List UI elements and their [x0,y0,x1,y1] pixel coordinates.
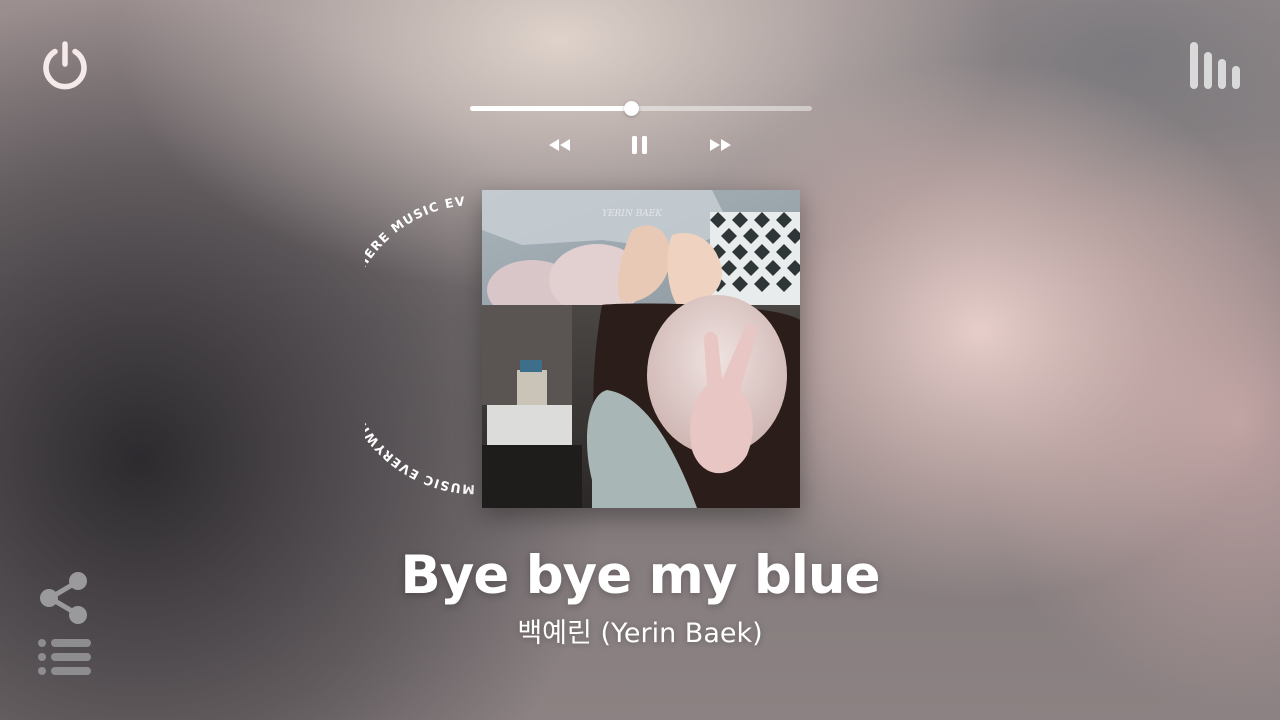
fast-forward-icon[interactable] [708,134,732,156]
cover-text: YERIN BAEK [602,209,663,219]
power-icon[interactable] [38,38,92,92]
progress-bar[interactable] [470,101,812,116]
rewind-icon[interactable] [548,134,572,156]
track-title: Bye bye my blue [400,545,880,606]
progress-fill [470,106,631,111]
progress-knob[interactable] [623,101,639,116]
music-player-screen: MUSIC EVERYWHERE MUSIC EVERYWHERE MUSIC … [0,0,1280,720]
album-art: YERIN BAEK [482,190,800,508]
track-artist: 백예린 (Yerin Baek) [517,618,763,649]
ring-text: MUSIC EVERYWHERE MUSIC EVERYWHERE MUSIC … [365,195,475,497]
share-icon[interactable] [38,570,90,626]
pause-icon[interactable] [629,134,651,156]
playlist-icon[interactable] [37,638,93,682]
equalizer-bars-icon[interactable] [1189,42,1245,90]
